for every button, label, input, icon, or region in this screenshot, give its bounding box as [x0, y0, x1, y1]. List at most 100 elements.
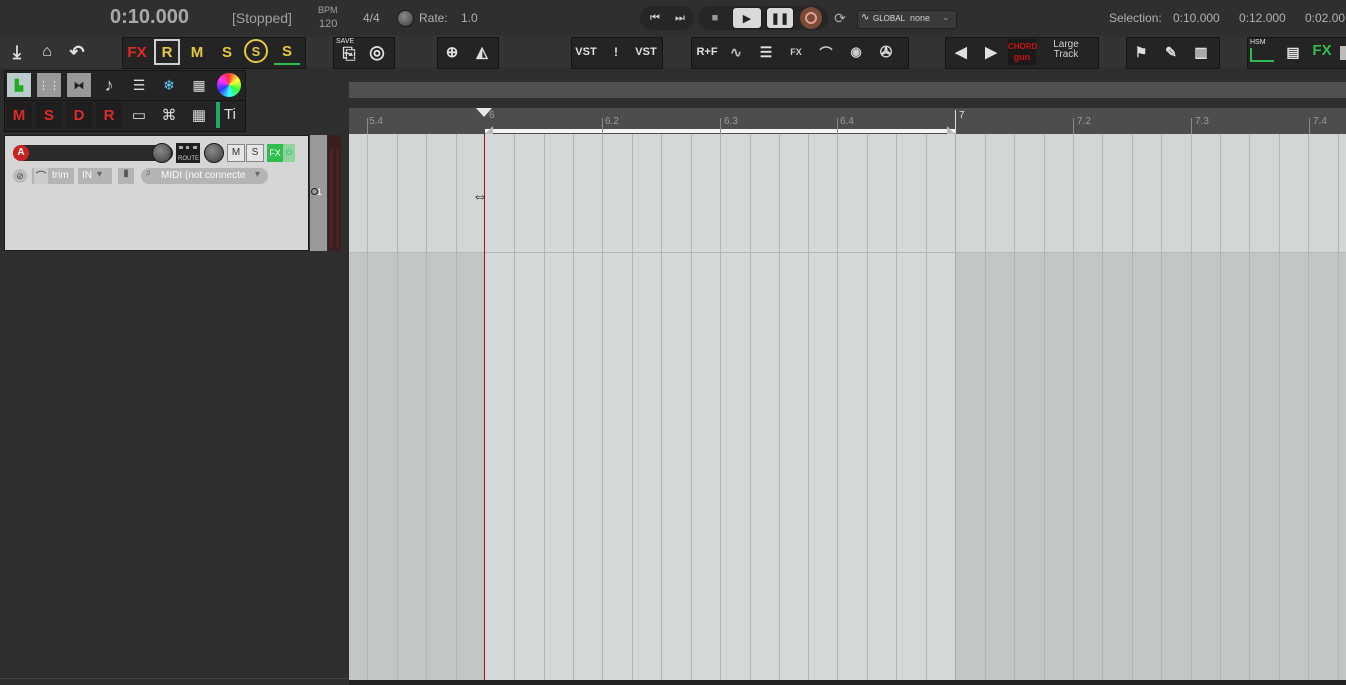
chord-gun-button[interactable]: CHORD gun [1008, 39, 1037, 65]
list-icon[interactable]: ☰ [126, 72, 152, 98]
bpm-value[interactable]: 120 [319, 18, 337, 30]
text-item-label: Ti [224, 106, 236, 123]
undo-icon[interactable]: ↶ [64, 39, 90, 65]
meter-right [336, 149, 339, 247]
arrow-left-icon[interactable]: ◀ [948, 39, 974, 65]
track-duplicate-button[interactable]: D [66, 102, 92, 128]
folder-tree-icon[interactable]: ⌘ [156, 102, 182, 128]
track-record-button[interactable]: R [96, 102, 122, 128]
play-icon[interactable]: ▶ [732, 7, 762, 29]
keyboard-icon[interactable]: ▦ [186, 72, 212, 98]
text-item-button[interactable]: Ti [216, 102, 242, 128]
film-reel-icon[interactable]: ✇ [873, 39, 899, 65]
go-to-end-icon[interactable]: ⏭ [668, 7, 692, 29]
record-arm-track[interactable]: A [13, 145, 29, 161]
record-arm-button[interactable]: R [154, 39, 180, 65]
track-solo-button[interactable]: S [36, 102, 62, 128]
selection-length[interactable]: 0:02.00 [1305, 11, 1345, 25]
volume-knob[interactable] [152, 143, 172, 163]
large-track-button[interactable]: Large Track [1040, 40, 1092, 64]
time-signature[interactable]: 4/4 [363, 11, 380, 25]
overflow-icon[interactable] [1340, 46, 1346, 60]
midi-input-select[interactable]: ♫ MIDI (not connecte ▾ [141, 168, 268, 184]
selection-end[interactable]: 0:12.000 [1239, 11, 1286, 25]
input-monitor-select[interactable]: IN ▾ [78, 168, 112, 184]
phase-icon[interactable]: ⊘ [13, 169, 27, 183]
fx-chain-button[interactable]: FX [783, 39, 809, 65]
snowflake-icon[interactable]: ❄ [156, 72, 182, 98]
marker-flag-icon[interactable]: ⚑ [1128, 39, 1154, 65]
arrow-right-icon[interactable]: ▶ [978, 39, 1004, 65]
note-icon[interactable]: ♪ [96, 72, 122, 98]
grid-line [837, 134, 838, 680]
pencil-icon[interactable]: ✎ [1158, 39, 1184, 65]
snap-icon[interactable]: ◭ [469, 39, 495, 65]
arrange-view[interactable]: ⇔ [349, 134, 1346, 680]
mixer-icon[interactable]: ☰ [753, 39, 779, 65]
pan-knob[interactable] [204, 143, 224, 163]
track-fx-button[interactable]: FX [267, 144, 283, 162]
automation-trim-button[interactable]: ⌒ trim [32, 168, 74, 184]
automation-mode-select[interactable]: ∿ GLOBAL none ⌄ [857, 10, 957, 29]
waveform-icon[interactable]: ∿ [723, 39, 749, 65]
save-icon[interactable]: ⎘ [336, 42, 362, 68]
rate-value[interactable]: 1.0 [461, 11, 478, 25]
hsm-button[interactable]: HSM [1250, 39, 1274, 65]
grid-line [632, 134, 633, 680]
eye-icon[interactable]: ◉ [843, 39, 869, 65]
route-button[interactable]: ROUTE [176, 143, 200, 163]
stop-icon[interactable]: ■ [703, 7, 727, 29]
track-solo-toggle[interactable]: S [246, 144, 264, 162]
render-fx-button[interactable]: R+F [693, 39, 721, 65]
alert-button[interactable]: ! [603, 39, 629, 65]
solo-defeat-button[interactable]: S [274, 39, 300, 65]
chevron-down-icon: ▾ [97, 169, 103, 180]
go-to-start-icon[interactable]: ⏮ [643, 7, 667, 29]
grid-line [1191, 134, 1192, 680]
solo-all-button[interactable]: S [214, 39, 240, 65]
color-wheel-icon[interactable] [217, 73, 241, 97]
solo-circle-button[interactable]: S [244, 39, 268, 63]
track-name-field[interactable] [13, 145, 173, 161]
metronome-icon[interactable]: ◎ [364, 39, 390, 65]
ripple-icon[interactable]: ⧓ [66, 72, 92, 98]
record-icon[interactable] [800, 7, 822, 29]
mute-all-button[interactable]: M [184, 39, 210, 65]
selection-start-handle-icon[interactable] [485, 126, 493, 134]
hsm-label: HSM [1250, 39, 1266, 46]
fx-bypass-button[interactable]: FX [124, 39, 150, 65]
zoom-icon[interactable]: ⊕ [439, 39, 465, 65]
download-icon[interactable]: ⤓ [4, 39, 30, 65]
fx-browser-button[interactable]: FX [1309, 37, 1335, 63]
meter-icon[interactable]: ▤ [1280, 39, 1306, 65]
item-tool-icon[interactable]: ▙ [6, 72, 32, 98]
brush-icon[interactable]: ⌂ [34, 39, 60, 65]
resize-horizontal-icon: ⇔ [472, 188, 488, 205]
chevron-down-icon: ▾ [255, 169, 261, 180]
selection-start[interactable]: 0:10.000 [1173, 11, 1220, 25]
grid-line [1249, 134, 1250, 680]
vst-instrument-button[interactable]: VST [573, 39, 599, 65]
grid-line [867, 134, 868, 680]
fx-power-icon[interactable]: ⏻ [283, 144, 295, 162]
vst-effect-button[interactable]: VST [633, 39, 659, 65]
pause-icon[interactable]: ❚❚ [766, 7, 794, 29]
envelope-icon[interactable]: ⌒ [813, 39, 839, 65]
monitor-icon[interactable]: ▮ [118, 168, 134, 184]
piano-icon[interactable]: ▥ [1188, 39, 1214, 65]
region-bar[interactable] [349, 82, 1346, 98]
rate-knob[interactable] [397, 10, 414, 27]
meter-left [330, 149, 333, 247]
layers-icon[interactable]: ▭ [126, 102, 152, 128]
horizontal-scrollbar[interactable] [349, 680, 1346, 685]
transport-bar: 0:10.000 [Stopped] BPM 120 4/4 Rate: 1.0… [0, 0, 1346, 36]
table-icon[interactable]: ▦ [186, 102, 212, 128]
grid-icon[interactable]: ⋮⋮ [36, 72, 62, 98]
track-mute-toggle[interactable]: M [227, 144, 245, 162]
transport-time-display[interactable]: 0:10.000 [110, 6, 189, 29]
edit-cursor-marker-icon[interactable] [476, 108, 492, 117]
selection-end-handle-icon[interactable] [947, 126, 955, 134]
loop-icon[interactable]: ⟳ [828, 7, 852, 29]
grid-line [808, 134, 809, 680]
track-mute-button[interactable]: M [6, 102, 32, 128]
